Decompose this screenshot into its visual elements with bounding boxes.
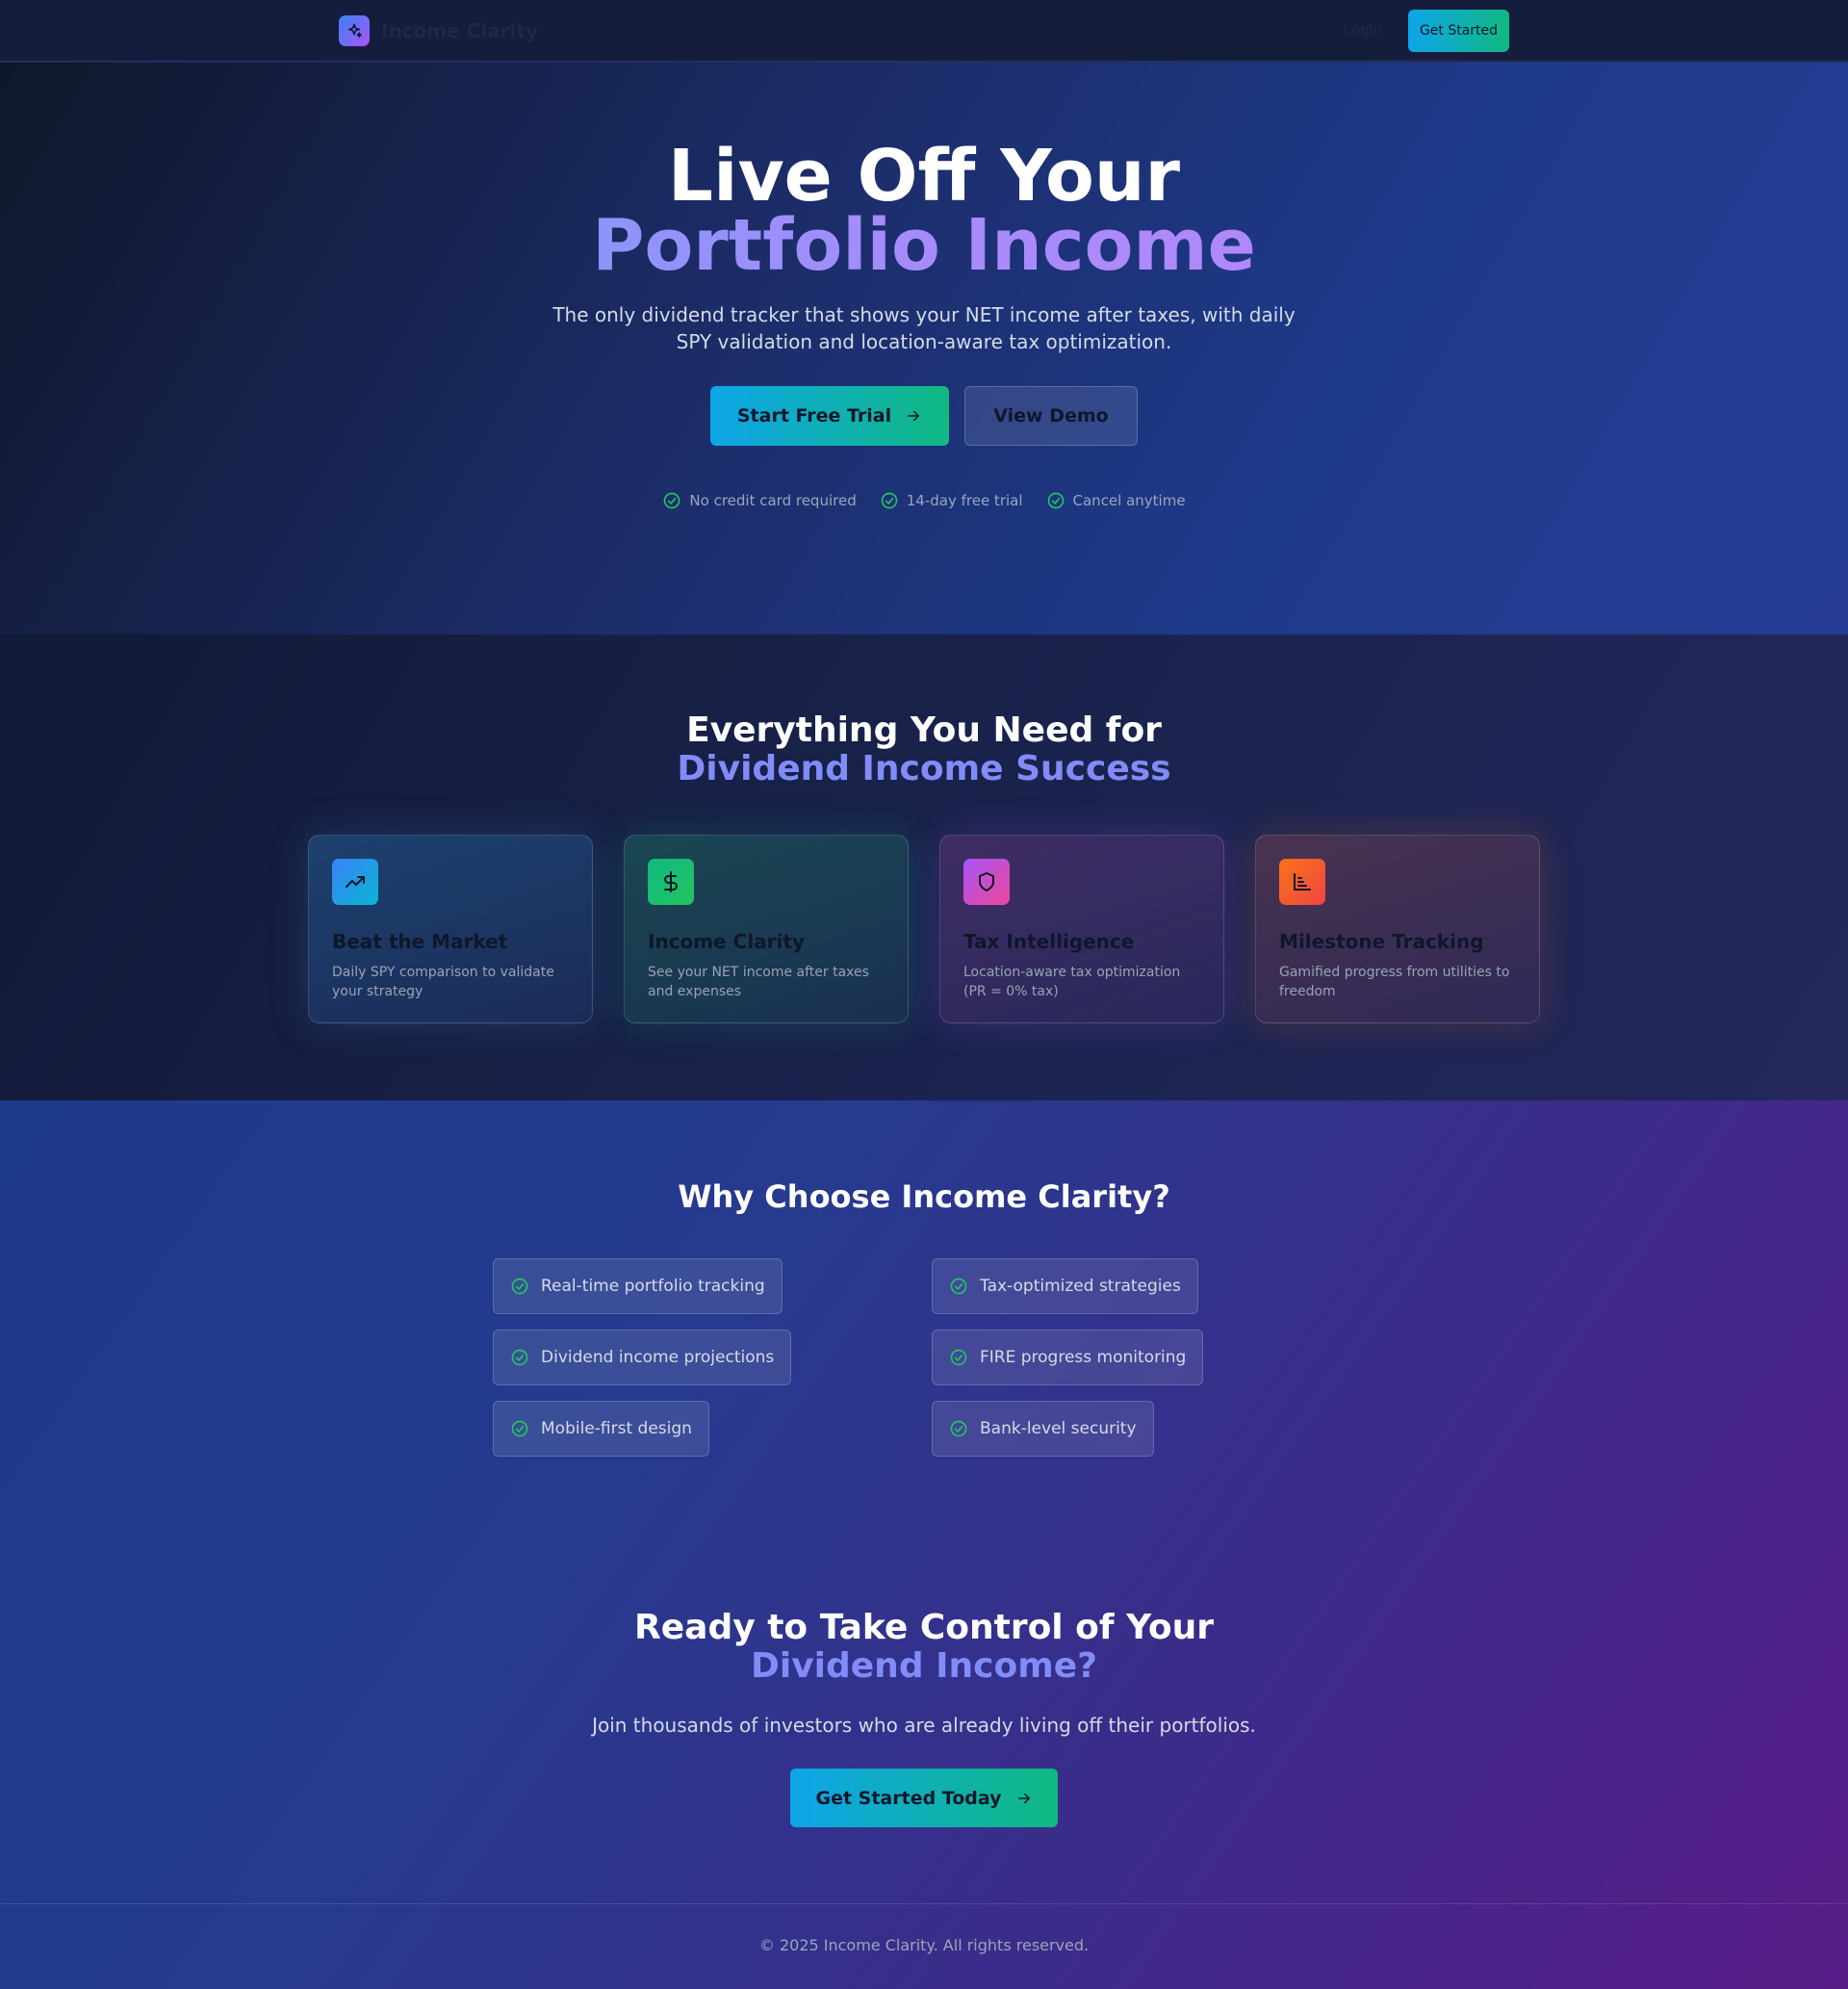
hero-section: Live Off Your Portfolio Income The only …	[0, 63, 1848, 634]
features-title-line2: Dividend Income Success	[677, 749, 1171, 788]
trust-item: Cancel anytime	[1046, 491, 1186, 510]
feature-card-beat-market: Beat the Market Daily SPY comparison to …	[308, 835, 593, 1023]
footer-divider	[0, 1903, 1848, 1904]
get-started-today-button[interactable]: Get Started Today	[790, 1769, 1058, 1827]
sparkles-icon	[339, 15, 370, 46]
trust-text: No credit card required	[689, 492, 857, 509]
check-circle-icon	[1047, 492, 1064, 509]
start-free-trial-label: Start Free Trial	[736, 405, 892, 426]
benefit-item: Bank-level security	[932, 1401, 1154, 1457]
why-title: Why Choose Income Clarity?	[678, 1178, 1170, 1215]
trust-badges: No credit card required 14-day free tria…	[0, 491, 1848, 510]
hero-subtitle: The only dividend tracker that shows you…	[552, 303, 1296, 353]
login-link[interactable]: Login	[1344, 21, 1382, 39]
feature-card-desc: Daily SPY comparison to validate your st…	[332, 965, 554, 999]
benefit-text: Real-time portfolio tracking	[541, 1277, 765, 1296]
check-circle-icon	[950, 1420, 967, 1437]
brand-name: Income Clarity	[381, 19, 538, 42]
check-circle-icon	[950, 1278, 967, 1295]
view-demo-button[interactable]: View Demo	[964, 386, 1138, 446]
shield-icon	[963, 859, 1010, 905]
feature-card-title: Beat the Market	[332, 930, 508, 953]
check-circle-icon	[881, 492, 898, 509]
top-nav: Income Clarity Login Get Started	[0, 0, 1848, 62]
get-started-today-label: Get Started Today	[815, 1787, 1002, 1809]
feature-card-desc: Gamified progress from utilities to free…	[1279, 965, 1510, 999]
footer-copyright: © 2025 Income Clarity. All rights reserv…	[758, 1936, 1090, 1954]
feature-card-milestone-tracking: Milestone Tracking Gamified progress fro…	[1255, 835, 1540, 1023]
feature-card-income-clarity: Income Clarity See your NET income after…	[624, 835, 909, 1023]
hero-title-line1: Live Off Your	[667, 135, 1181, 218]
feature-card-tax-intelligence: Tax Intelligence Location-aware tax opti…	[939, 835, 1224, 1023]
benefit-item: Real-time portfolio tracking	[493, 1258, 783, 1314]
check-circle-icon	[511, 1349, 528, 1366]
brand-logo[interactable]: Income Clarity	[339, 15, 538, 46]
nav-get-started-button[interactable]: Get Started	[1408, 10, 1509, 52]
arrow-right-icon	[908, 410, 920, 422]
check-circle-icon	[950, 1349, 967, 1366]
dollar-icon	[648, 859, 694, 905]
cta-title-line1: Ready to Take Control of Your	[634, 1608, 1214, 1647]
features-section: Everything You Need for Dividend Income …	[0, 634, 1848, 1100]
benefit-text: Mobile-first design	[541, 1419, 692, 1438]
trust-text: Cancel anytime	[1072, 492, 1186, 509]
feature-card-title: Milestone Tracking	[1279, 930, 1484, 953]
benefit-text: Dividend income projections	[541, 1348, 775, 1367]
trust-item: 14-day free trial	[880, 491, 1023, 510]
feature-card-title: Income Clarity	[648, 930, 805, 953]
view-demo-label: View Demo	[993, 405, 1109, 426]
features-title-line1: Everything You Need for	[686, 710, 1162, 750]
benefit-text: FIRE progress monitoring	[980, 1348, 1187, 1367]
trust-text: 14-day free trial	[906, 492, 1023, 509]
benefit-item: FIRE progress monitoring	[932, 1330, 1204, 1385]
benefit-text: Bank-level security	[980, 1419, 1137, 1438]
trust-item: No credit card required	[662, 491, 857, 510]
trending-up-icon	[332, 859, 378, 905]
start-free-trial-button[interactable]: Start Free Trial	[710, 386, 949, 446]
check-circle-icon	[511, 1278, 528, 1295]
feature-card-desc: See your NET income after taxes and expe…	[648, 965, 869, 999]
bar-chart-icon	[1279, 859, 1325, 905]
benefit-item: Tax-optimized strategies	[932, 1258, 1198, 1314]
cta-title-line2: Dividend Income?	[750, 1646, 1098, 1686]
benefit-text: Tax-optimized strategies	[980, 1277, 1181, 1296]
cta-subtitle: Join thousands of investors who are alre…	[592, 1714, 1256, 1737]
arrow-right-icon	[1017, 1793, 1030, 1803]
feature-card-title: Tax Intelligence	[963, 930, 1135, 953]
check-circle-icon	[511, 1420, 528, 1437]
benefit-item: Mobile-first design	[493, 1401, 709, 1457]
check-circle-icon	[664, 492, 680, 509]
benefit-item: Dividend income projections	[493, 1330, 792, 1385]
why-section: Why Choose Income Clarity? Real-time por…	[0, 1100, 1848, 1989]
feature-card-desc: Location-aware tax optimization (PR = 0%…	[963, 965, 1181, 999]
hero-title-line2: Portfolio Income	[0, 210, 1848, 281]
